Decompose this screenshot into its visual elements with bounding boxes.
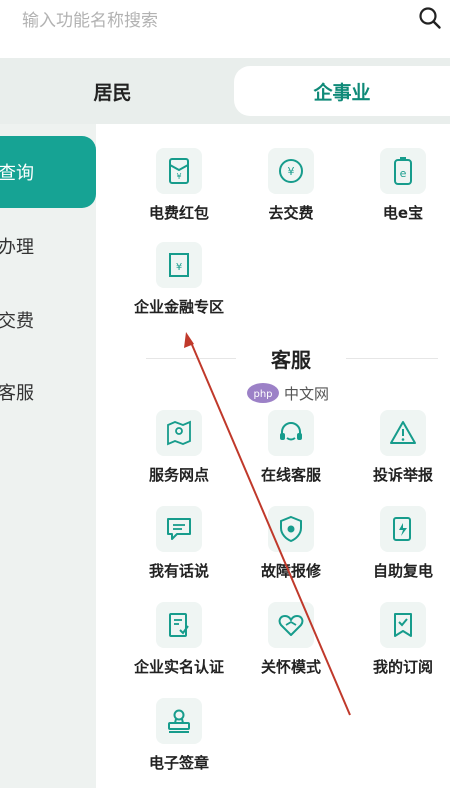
sidebar-item-label: 交费 xyxy=(0,311,34,332)
grid-item-label: 投诉举报 xyxy=(372,466,433,484)
search-bar[interactable]: 输入功能名称搜索 xyxy=(0,0,450,42)
grid-item-fault-repair[interactable]: 故障报修 xyxy=(232,506,350,581)
finance-zone-icon: ¥ xyxy=(156,242,202,288)
grid-item-e-wallet[interactable]: e 电e宝 xyxy=(344,148,450,223)
e-wallet-icon: e xyxy=(380,148,426,194)
power-restore-icon xyxy=(380,506,426,552)
grid-item-complaint-report[interactable]: 投诉举报 xyxy=(344,410,450,485)
grid-item-online-service[interactable]: 在线客服 xyxy=(232,410,350,485)
grid-item-label: 去交费 xyxy=(268,204,314,222)
grid-item-self-restore-power[interactable]: 自助复电 xyxy=(344,506,450,581)
svg-text:¥: ¥ xyxy=(288,165,295,178)
grid-item-enterprise-verification[interactable]: 企业实名认证 xyxy=(120,602,238,677)
tab-enterprise[interactable]: 企事业 xyxy=(234,66,450,116)
sidebar-item-service[interactable]: 客服 xyxy=(0,356,96,428)
grid-item-label: 我的订阅 xyxy=(372,658,433,676)
category-sidebar: 查询 办理 交费 客服 xyxy=(0,124,96,788)
bookmark-check-icon xyxy=(380,602,426,648)
sidebar-item-label: 客服 xyxy=(0,383,34,404)
grid-item-service-outlets[interactable]: 服务网点 xyxy=(120,410,238,485)
grid-item-feedback[interactable]: 我有话说 xyxy=(120,506,238,581)
watermark: php 中文网 xyxy=(246,382,366,406)
grid-item-label: 故障报修 xyxy=(260,562,321,580)
sidebar-item-label: 办理 xyxy=(0,237,34,258)
section-title-service: 客服 xyxy=(271,348,311,372)
red-packet-icon: ¥ xyxy=(156,148,202,194)
verification-document-icon xyxy=(156,602,202,648)
grid-item-enterprise-finance[interactable]: ¥ 企业金融专区 xyxy=(120,242,238,317)
map-location-icon xyxy=(156,410,202,456)
grid-item-label: 企业实名认证 xyxy=(133,658,224,676)
grid-item-my-subscriptions[interactable]: 我的订阅 xyxy=(344,602,450,677)
search-input[interactable]: 输入功能名称搜索 xyxy=(22,6,158,31)
grid-item-care-mode[interactable]: 关怀模式 xyxy=(232,602,350,677)
watermark-text: 中文网 xyxy=(284,385,330,403)
grid-item-electronic-signature[interactable]: 电子签章 xyxy=(120,698,238,773)
heart-care-icon xyxy=(268,602,314,648)
sidebar-item-handle[interactable]: 办理 xyxy=(0,210,96,282)
repair-shield-icon xyxy=(268,506,314,552)
search-icon[interactable] xyxy=(418,6,442,30)
section-divider xyxy=(346,358,438,359)
watermark-logo: php xyxy=(253,389,272,400)
grid-item-electricity-red-packet[interactable]: ¥ 电费红包 xyxy=(120,148,238,223)
sidebar-item-label: 查询 xyxy=(0,163,34,184)
grid-item-label: 服务网点 xyxy=(148,466,209,484)
section-divider xyxy=(146,358,236,359)
tab-residents[interactable]: 居民 xyxy=(0,66,225,116)
grid-item-label: 电费红包 xyxy=(148,204,209,222)
svg-text:¥: ¥ xyxy=(176,172,181,181)
headset-icon xyxy=(268,410,314,456)
grid-item-label: 自助复电 xyxy=(372,562,433,580)
function-content: ¥ 电费红包 ¥ 去交费 e 电e宝 ¥ 企业金融专区 客服 php 中文网 服… xyxy=(96,124,450,788)
grid-item-label: 我有话说 xyxy=(148,562,209,580)
grid-item-go-pay[interactable]: ¥ 去交费 xyxy=(232,148,350,223)
user-type-tabs: 居民 企事业 xyxy=(0,58,450,124)
svg-text:¥: ¥ xyxy=(176,262,182,273)
stamp-icon xyxy=(156,698,202,744)
grid-item-label: 电e宝 xyxy=(382,204,424,222)
chat-bubble-icon xyxy=(156,506,202,552)
sidebar-item-payment[interactable]: 交费 xyxy=(0,284,96,356)
grid-item-label: 关怀模式 xyxy=(260,658,321,676)
sidebar-item-query[interactable]: 查询 xyxy=(0,136,96,208)
grid-item-label: 企业金融专区 xyxy=(133,298,224,316)
grid-item-label: 在线客服 xyxy=(260,466,321,484)
grid-item-label: 电子签章 xyxy=(148,754,209,772)
svg-text:e: e xyxy=(400,167,407,180)
warning-triangle-icon xyxy=(380,410,426,456)
yuan-coin-icon: ¥ xyxy=(268,148,314,194)
